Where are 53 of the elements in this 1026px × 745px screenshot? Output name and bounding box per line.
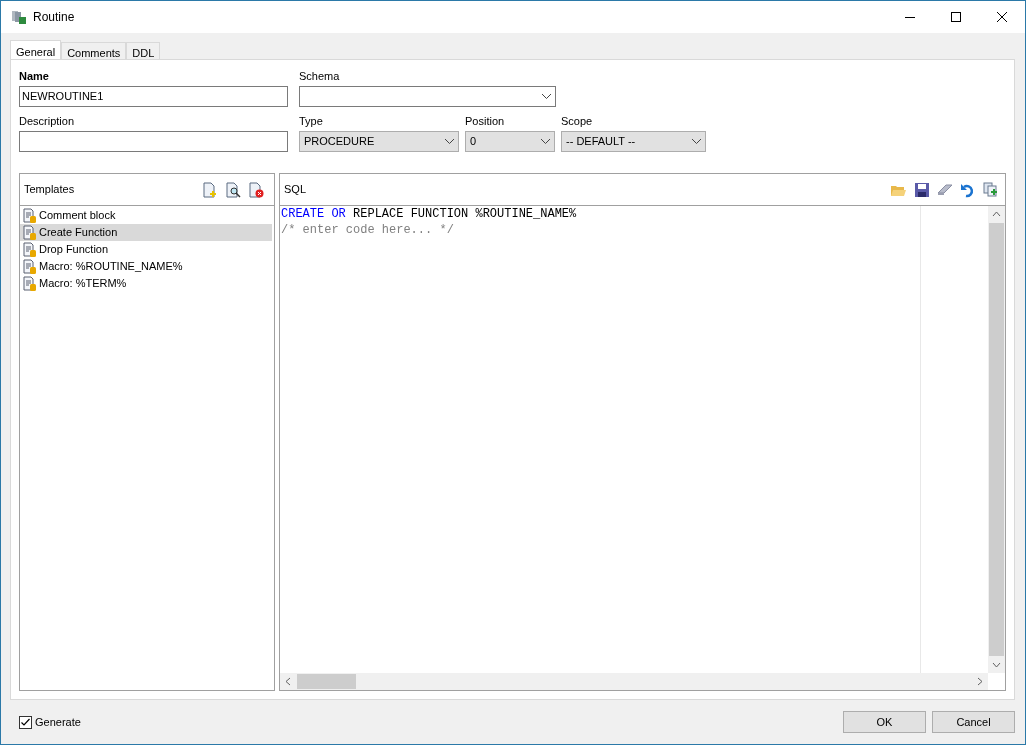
vertical-scrollbar[interactable] — [988, 206, 1005, 673]
field-label: Name — [19, 70, 50, 83]
dialog-button[interactable]: OK — [843, 711, 926, 733]
delete-document-icon[interactable] — [248, 181, 264, 198]
dialog-button[interactable]: Cancel — [932, 711, 1015, 733]
scrollbar-thumb[interactable] — [989, 223, 1004, 656]
scrollbar-thumb[interactable] — [297, 674, 356, 689]
undo-icon[interactable] — [960, 181, 976, 198]
template-item[interactable]: Drop Function — [20, 241, 272, 258]
chevron-icon — [445, 139, 454, 144]
document-database-icon — [23, 259, 37, 274]
chevron-icon — [542, 94, 551, 99]
minimize-icon — [905, 16, 915, 18]
generate-checkbox[interactable]: Generate — [19, 713, 81, 731]
document-database-icon — [23, 225, 37, 240]
tab[interactable]: General — [10, 40, 62, 59]
code-line: CREATE OR REPLACE FUNCTION %ROUTINE_NAME% — [281, 206, 578, 222]
position-dropdown[interactable]: 0 — [465, 131, 555, 152]
template-item[interactable]: Macro: %TERM% — [20, 275, 272, 292]
eraser-icon[interactable] — [937, 181, 953, 198]
document-magnifier-icon[interactable] — [225, 181, 241, 198]
scope-dropdown[interactable]: -- DEFAULT -- — [561, 131, 706, 152]
document-database-icon — [23, 276, 37, 291]
maximize-icon — [951, 12, 961, 22]
panel-title: SQL — [284, 182, 306, 198]
document-database-icon — [23, 208, 37, 223]
field-label: Position — [465, 115, 506, 128]
tab[interactable]: DDL — [126, 42, 161, 59]
copy-add-icon[interactable] — [983, 181, 999, 198]
document-database-icon — [23, 242, 37, 257]
window-title: Routine — [33, 9, 75, 26]
field-label: Scope — [561, 115, 594, 128]
code-line: /* enter code here... */ — [281, 222, 455, 238]
field-label: Schema — [299, 70, 341, 83]
type-dropdown[interactable]: PROCEDURE — [299, 131, 459, 152]
chevron-icon — [692, 139, 701, 144]
close-icon — [997, 12, 1007, 22]
description-field[interactable] — [19, 131, 288, 152]
field-label: Description — [19, 115, 76, 128]
app-icon — [11, 9, 27, 25]
template-item[interactable]: Comment block — [20, 207, 272, 224]
tab[interactable]: Comments — [61, 42, 127, 59]
schema-dropdown[interactable] — [299, 86, 556, 107]
horizontal-scrollbar[interactable] — [280, 673, 988, 690]
panel-title: Templates — [24, 182, 75, 198]
template-item[interactable]: Create Function — [20, 224, 272, 241]
field-label: Type — [299, 115, 324, 128]
new-document-icon[interactable] — [202, 181, 218, 198]
save-icon[interactable] — [914, 181, 930, 198]
name-field[interactable]: NEWROUTINE1 — [19, 86, 288, 107]
code-editor[interactable]: CREATE OR REPLACE FUNCTION %ROUTINE_NAME% /* enter code here... */ — [280, 206, 988, 673]
template-item[interactable]: Macro: %ROUTINE_NAME% — [20, 258, 272, 275]
chevron-icon — [541, 139, 550, 144]
